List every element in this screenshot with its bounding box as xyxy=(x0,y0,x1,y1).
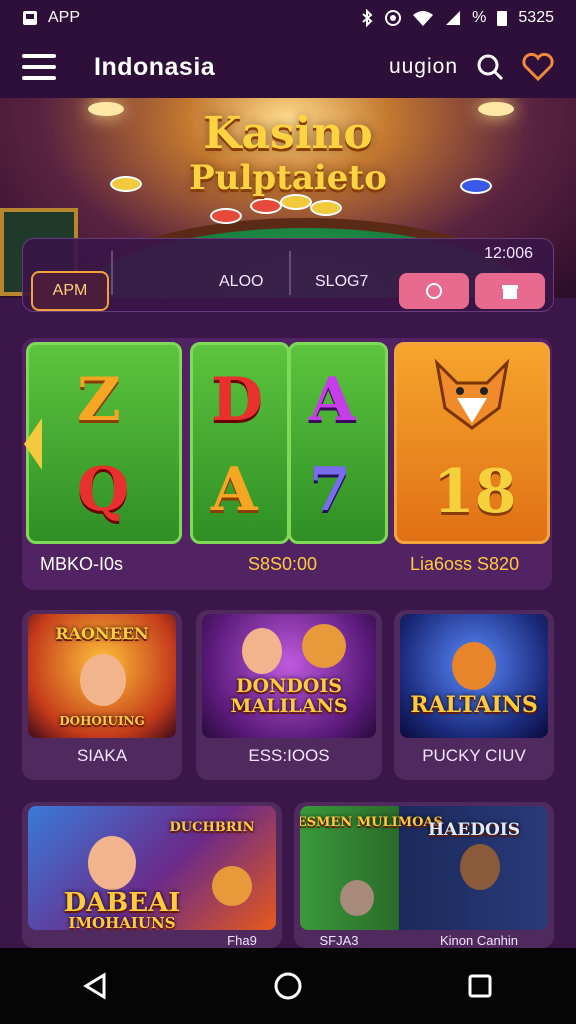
bluetooth-icon xyxy=(362,9,373,27)
slot-game-panel[interactable]: Z Q D A A 7 18 MBKO-I0s S8S0:00 Lia6oss … xyxy=(22,338,552,590)
signal-icon xyxy=(446,11,461,25)
slot-label-center: S8S0:00 xyxy=(248,554,318,574)
game-label: SIAKA xyxy=(76,746,128,765)
game-card[interactable]: RALTAINS PUCKY CIUV xyxy=(394,610,554,780)
game-subtitle: DOHOIUING xyxy=(59,714,145,728)
wallet-button[interactable] xyxy=(399,273,469,309)
game-thumbnail: DUCHBRIN DABEAI IMOHAIUNS xyxy=(28,806,276,930)
game-title: RALTAINS xyxy=(410,692,538,718)
image-icon xyxy=(23,11,37,25)
game-thumbnail: RAONEEN DOHOIUING xyxy=(28,614,176,738)
game-thumbnail: DONDOIS MALILANS xyxy=(202,614,376,738)
game-extra-title: DUCHBRIN xyxy=(169,820,255,835)
wifi-icon xyxy=(413,11,434,26)
game-label-secondary: Kinon Canhin xyxy=(439,933,519,948)
recents-icon[interactable] xyxy=(450,956,510,1016)
battery-icon xyxy=(497,11,508,26)
slot-label-right: Lia6oss S820 xyxy=(410,554,520,574)
arrow-left-icon[interactable] xyxy=(24,418,42,470)
game-thumbnail: RALTAINS xyxy=(400,614,548,738)
header-link[interactable]: uugion xyxy=(389,55,458,79)
game-card[interactable]: RAONEEN DOHOIUING SIAKA xyxy=(22,610,182,780)
gift-button[interactable] xyxy=(475,273,545,309)
menu-icon[interactable] xyxy=(22,54,56,80)
status-time: 5325 xyxy=(518,9,554,26)
system-nav-bar xyxy=(0,948,576,1024)
reel-symbol: A xyxy=(309,365,356,435)
game-card[interactable]: DUCHBRIN DABEAI IMOHAIUNS Fha9 xyxy=(22,802,282,948)
game-thumbnail: SHESMEN MULIMOAS HAEDOIS xyxy=(300,806,548,930)
hero-title: Kasino Pulptaieto xyxy=(0,112,576,200)
feature-reel: 18 xyxy=(394,342,550,544)
reel-symbol: 7 xyxy=(309,455,351,525)
reel-symbol: A xyxy=(211,455,258,525)
battery-percent: % xyxy=(472,9,487,26)
reel-1: Z Q xyxy=(26,342,182,544)
game-title: RAONEEN xyxy=(55,624,149,643)
game-title: DONDOIS MALILANS xyxy=(230,675,348,717)
reel-symbol: D xyxy=(211,365,264,435)
slot-label-left: MBKO-I0s xyxy=(40,554,124,574)
game-card[interactable]: DONDOIS MALILANS ESS:IOOS xyxy=(196,610,382,780)
back-icon[interactable] xyxy=(66,956,126,1016)
hero-tab-slog7[interactable]: SLOG7 xyxy=(315,273,368,291)
app-bar: Indonasia uugion xyxy=(0,36,576,98)
reel-symbol: Z xyxy=(77,365,121,435)
reel-2: D A xyxy=(190,342,290,544)
game-label: PUCKY CIUV xyxy=(422,746,526,765)
apm-button[interactable]: APM xyxy=(31,271,109,311)
hero-controls: APM ALOO SLOG7 12:006 xyxy=(22,238,554,312)
hero-title-line1: Kasino xyxy=(203,108,373,159)
status-app-label: APP xyxy=(48,9,81,26)
coin-icon xyxy=(426,283,442,299)
sync-icon xyxy=(385,10,402,26)
app-title: Indonasia xyxy=(94,52,216,81)
status-bar: APP % 5325 xyxy=(0,0,576,36)
game-subtitle: HAEDOIS xyxy=(428,820,520,840)
fox-icon xyxy=(434,358,510,430)
game-subtitle: IMOHAIUNS xyxy=(68,914,176,930)
reel-symbol: Q xyxy=(77,455,130,525)
gift-icon xyxy=(502,285,518,299)
game-label: ESS:IOOS xyxy=(248,746,330,765)
search-icon[interactable] xyxy=(474,51,506,83)
game-card[interactable]: SHESMEN MULIMOAS HAEDOIS SFJA3 Kinon Can… xyxy=(294,802,554,948)
game-label: Fha9 xyxy=(227,933,257,948)
balance-value: 12:006 xyxy=(484,245,533,262)
reel-3: A 7 xyxy=(288,342,388,544)
home-icon[interactable] xyxy=(258,956,318,1016)
heart-icon[interactable] xyxy=(522,51,554,83)
feature-badge: 18 xyxy=(433,457,517,527)
hero-tab-aloo[interactable]: ALOO xyxy=(219,273,263,291)
hero-title-line2: Pulptaieto xyxy=(189,158,387,198)
